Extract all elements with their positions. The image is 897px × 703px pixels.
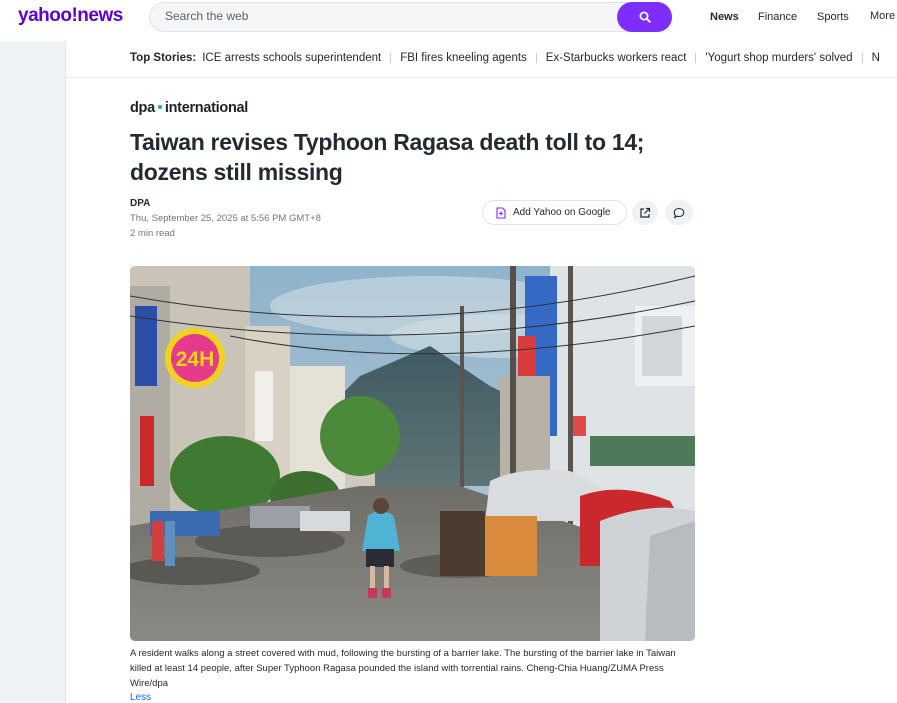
divider <box>535 53 537 63</box>
top-story-link[interactable]: 'Yogurt shop murders' solved <box>705 52 852 64</box>
share-button[interactable] <box>632 200 658 225</box>
top-story-link[interactable]: ICE arrests schools superintendent <box>202 52 381 64</box>
yahoo-news-logo[interactable]: yahoo!news <box>18 5 123 27</box>
read-time: 2 min read <box>130 228 175 239</box>
divider <box>695 53 697 63</box>
nav-more[interactable]: More <box>870 10 895 22</box>
article-headline: Taiwan revises Typhoon Ragasa death toll… <box>130 129 645 185</box>
comments-button[interactable] <box>665 200 693 225</box>
divider <box>390 53 392 63</box>
add-yahoo-on-google-button[interactable]: Add Yahoo on Google <box>482 200 627 225</box>
top-stories-label: Top Stories: <box>130 52 197 64</box>
search-input[interactable] <box>165 9 605 23</box>
divider <box>861 53 863 63</box>
nav-news[interactable]: News <box>710 11 739 23</box>
nav-sports[interactable]: Sports <box>817 11 849 23</box>
search-bar <box>149 2 672 32</box>
comment-icon <box>673 207 685 219</box>
nav-finance[interactable]: Finance <box>758 11 797 23</box>
top-story-link[interactable]: FBI fires kneeling agents <box>400 52 527 64</box>
top-story-link[interactable]: Ex-Starbucks workers react <box>546 52 687 64</box>
bookmark-plus-icon <box>496 206 506 219</box>
photo-caption: A resident walks along a street covered … <box>130 648 676 689</box>
top-story-link[interactable]: N <box>872 52 880 64</box>
search-button[interactable] <box>617 2 672 32</box>
publish-date: Thu, September 25, 2025 at 5:56 PM GMT+8 <box>130 213 321 224</box>
flooded-street-image: 24H <box>130 266 695 641</box>
shop-sign-text: 24H <box>176 348 215 371</box>
brand-right: international <box>164 100 248 116</box>
left-rail <box>0 41 66 703</box>
author-link[interactable]: DPA <box>130 198 150 209</box>
caption-less-link[interactable]: Less <box>130 692 151 703</box>
share-icon <box>640 207 651 218</box>
brand-dot <box>157 104 162 109</box>
article-photo[interactable]: 24H <box>130 266 695 641</box>
top-stories-bar: Top Stories: ICE arrests schools superin… <box>66 41 897 78</box>
add-google-label: Add Yahoo on Google <box>513 207 611 218</box>
dpa-international-logo[interactable]: dpa international <box>130 100 248 116</box>
top-header: yahoo!news News Finance Sports More <box>0 0 897 41</box>
search-icon <box>639 11 651 23</box>
brand-left: dpa <box>130 100 155 116</box>
